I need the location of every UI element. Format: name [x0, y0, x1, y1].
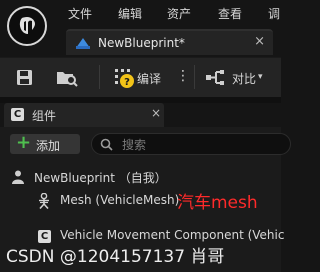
component-icon: C: [11, 108, 24, 121]
menu-edit[interactable]: 编辑: [118, 5, 142, 22]
more-options-icon[interactable]: ⋮: [176, 68, 190, 84]
tab-components[interactable]: C 组件 ×: [4, 103, 164, 127]
blueprint-icon: [76, 38, 90, 49]
diff-label[interactable]: 对比: [232, 70, 256, 87]
search-input[interactable]: [120, 136, 274, 154]
add-label: 添加: [36, 139, 61, 153]
menu-file[interactable]: 文件: [68, 5, 92, 22]
toolbar-divider: [194, 65, 195, 89]
tab-newblueprint[interactable]: NewBlueprint* ×: [66, 29, 273, 55]
browse-icon[interactable]: [56, 68, 78, 88]
person-icon: [12, 170, 24, 184]
search-icon: [100, 138, 113, 151]
save-icon[interactable]: [16, 69, 33, 86]
compile-label[interactable]: 编译: [137, 70, 161, 87]
annotation-text: 汽车mesh: [177, 193, 258, 213]
panel-title: 组件: [32, 109, 57, 123]
skeletal-mesh-icon: [39, 193, 49, 209]
tree-root-item[interactable]: NewBlueprint （自我）: [34, 169, 167, 186]
svg-text:?: ?: [124, 77, 130, 88]
tab-title: NewBlueprint*: [98, 36, 185, 50]
toolbar-divider: [99, 65, 100, 89]
plus-icon: +: [16, 132, 32, 153]
chevron-down-icon[interactable]: ▾: [258, 72, 263, 82]
search-box[interactable]: [91, 133, 291, 155]
menu-debug[interactable]: 调: [268, 5, 280, 22]
tree-item-vehicle-movement[interactable]: Vehicle Movement Component (Vehic: [60, 228, 284, 242]
menu-assets[interactable]: 资产: [167, 5, 191, 22]
tree-item-mesh[interactable]: Mesh (VehicleMesh): [60, 193, 179, 207]
diff-icon[interactable]: [205, 70, 227, 86]
add-component-button[interactable]: + 添加: [10, 132, 80, 154]
unreal-logo-icon[interactable]: [7, 6, 47, 46]
close-icon[interactable]: ×: [254, 34, 265, 49]
menu-view[interactable]: 查看: [218, 5, 242, 22]
watermark: CSDN @1204157137 肖哥: [6, 247, 225, 267]
close-icon[interactable]: ×: [151, 106, 161, 120]
compile-icon[interactable]: ?: [113, 67, 135, 89]
